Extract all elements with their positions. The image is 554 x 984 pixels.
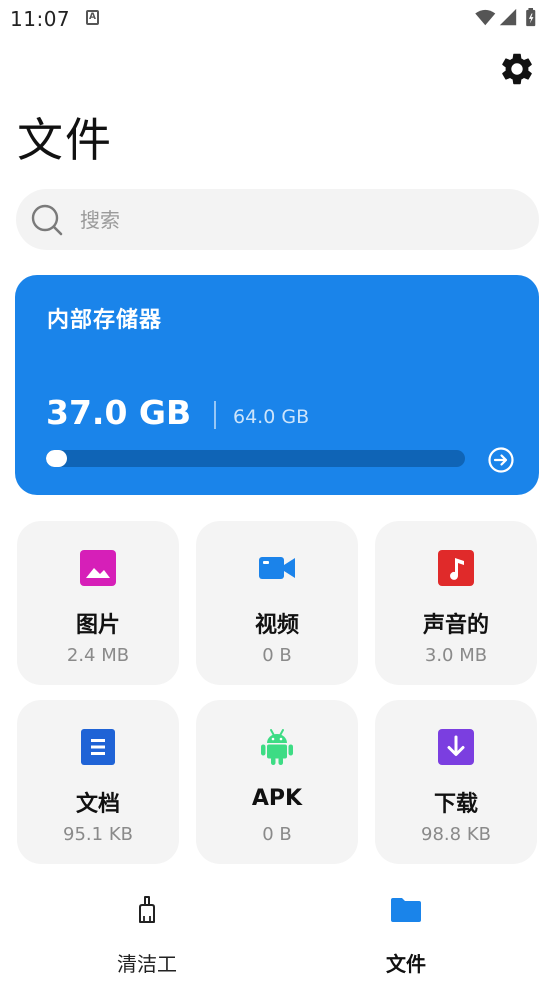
android-icon <box>261 729 293 765</box>
category-videos[interactable]: 视频 0 B <box>196 521 358 685</box>
search-input[interactable] <box>80 189 510 250</box>
nav-label: 文件 <box>386 952 426 976</box>
status-icons <box>475 8 536 27</box>
category-size: 3.0 MB <box>424 645 488 666</box>
page-title: 文件 <box>17 113 113 167</box>
folder-icon <box>391 898 421 922</box>
category-label: 声音的 <box>422 613 489 638</box>
document-icon <box>81 729 115 765</box>
category-label: APK <box>251 786 303 811</box>
category-images[interactable]: 图片 2.4 MB <box>17 521 179 685</box>
files-screen: 11:07 A 文件 内部 <box>0 0 554 984</box>
signal-icon <box>499 8 517 26</box>
category-size: 95.1 KB <box>63 824 133 845</box>
wifi-icon <box>475 9 496 26</box>
status-bar: 11:07 A <box>0 0 554 36</box>
nav-label: 清洁工 <box>117 952 177 976</box>
notification-a-icon: A <box>86 10 99 25</box>
nav-item-cleaner[interactable]: 清洁工 <box>72 880 222 980</box>
storage-used: 37.0 GB <box>46 393 192 432</box>
music-note-icon <box>438 550 474 586</box>
category-documents[interactable]: 文档 95.1 KB <box>17 700 179 864</box>
category-size: 98.8 KB <box>421 824 491 845</box>
category-label: 视频 <box>254 613 299 638</box>
settings-button[interactable] <box>498 50 536 88</box>
broom-icon <box>139 896 155 923</box>
status-time: 11:07 <box>10 7 71 31</box>
image-icon <box>80 550 116 586</box>
category-label: 下载 <box>433 792 478 817</box>
category-apk[interactable]: APK 0 B <box>196 700 358 864</box>
arrow-right-circle-icon[interactable] <box>487 446 515 474</box>
internal-storage-card[interactable]: 内部存储器 37.0 GB 64.0 GB <box>15 275 539 495</box>
storage-total: 64.0 GB <box>233 406 310 428</box>
search-icon <box>31 204 63 236</box>
category-size: 0 B <box>262 645 292 666</box>
storage-title: 内部存储器 <box>47 308 163 333</box>
storage-progress-fill <box>46 450 67 467</box>
category-size: 2.4 MB <box>66 645 130 666</box>
category-label: 文档 <box>75 792 120 817</box>
storage-separator <box>214 401 216 429</box>
download-icon <box>438 729 474 765</box>
battery-icon <box>526 8 536 27</box>
gear-icon <box>502 53 532 85</box>
category-size: 0 B <box>262 824 292 845</box>
category-label: 图片 <box>75 613 120 638</box>
video-camera-icon <box>259 557 295 579</box>
bottom-navigation: 清洁工 文件 <box>0 880 554 984</box>
search-bar[interactable] <box>16 189 539 250</box>
category-audio[interactable]: 声音的 3.0 MB <box>375 521 537 685</box>
nav-item-files[interactable]: 文件 <box>331 880 481 980</box>
category-downloads[interactable]: 下载 98.8 KB <box>375 700 537 864</box>
storage-progress-bar <box>46 450 465 467</box>
